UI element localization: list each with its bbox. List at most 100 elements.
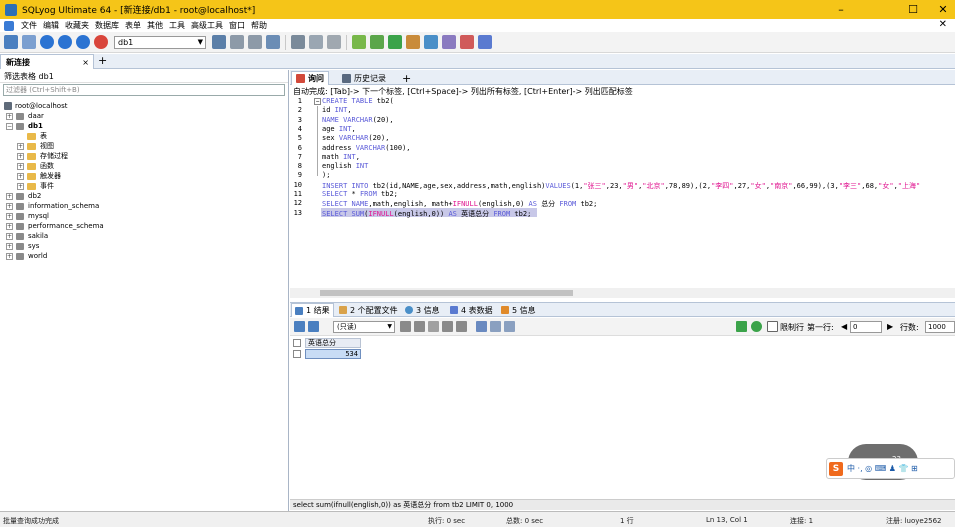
- tree-node-db-sys[interactable]: + sys: [0, 241, 288, 251]
- ime-controls[interactable]: 中 ·, ◎ ⌨ ♟ 👕 ⊞: [847, 463, 918, 474]
- menu-file[interactable]: 文件: [18, 20, 40, 31]
- result-cell[interactable]: 534: [305, 349, 361, 359]
- maximize-button[interactable]: ☐: [898, 0, 928, 19]
- menu-table[interactable]: 表单: [122, 20, 144, 31]
- tree-node-db-performance-schema[interactable]: + performance_schema: [0, 221, 288, 231]
- menu-advanced-tools[interactable]: 高级工具: [188, 20, 226, 31]
- delete-icon[interactable]: [442, 321, 453, 332]
- tab-query[interactable]: 询问: [291, 71, 329, 85]
- reset-filter-icon[interactable]: [751, 321, 762, 332]
- tree-node-db-db2[interactable]: + db2: [0, 191, 288, 201]
- result-mode-select[interactable]: (只读) ▼: [333, 321, 395, 333]
- expand-icon[interactable]: +: [6, 222, 13, 230]
- copy-database-icon[interactable]: [352, 35, 366, 49]
- tab-profile[interactable]: 2 个配置文件: [336, 303, 401, 317]
- data-import-icon[interactable]: [388, 35, 402, 49]
- row-checkbox[interactable]: [293, 350, 301, 358]
- sogou-logo-icon[interactable]: S: [829, 461, 843, 476]
- tree-node-db-daar[interactable]: + daar: [0, 111, 288, 121]
- menu-database[interactable]: 数据库: [92, 20, 122, 31]
- duplicate-icon[interactable]: [414, 321, 425, 332]
- tab-new-connection[interactable]: 新连接 ×: [0, 54, 94, 69]
- menu-other[interactable]: 其他: [144, 20, 166, 31]
- expand-icon[interactable]: +: [17, 182, 24, 190]
- text-view-icon[interactable]: [504, 321, 515, 332]
- expand-icon[interactable]: +: [6, 192, 13, 200]
- expand-icon[interactable]: +: [17, 162, 24, 170]
- collapse-icon[interactable]: −: [6, 122, 13, 130]
- expand-icon[interactable]: +: [6, 242, 13, 250]
- copy-icon[interactable]: [400, 321, 411, 332]
- new-query-icon[interactable]: [22, 35, 36, 49]
- expand-icon[interactable]: +: [6, 252, 13, 260]
- add-connection-tab-button[interactable]: +: [98, 55, 107, 67]
- filter-input[interactable]: 过滤器 (Ctrl+Shift+B): [3, 84, 285, 96]
- limit-rows-checkbox[interactable]: [767, 321, 778, 332]
- scrollbar-thumb[interactable]: [320, 290, 573, 296]
- tree-node-db-mysql[interactable]: + mysql: [0, 211, 288, 221]
- refresh-icon[interactable]: [456, 321, 467, 332]
- result-view-icon[interactable]: [294, 321, 305, 332]
- import-icon[interactable]: [266, 35, 280, 49]
- grid-view-icon[interactable]: [476, 321, 487, 332]
- user-manager-icon[interactable]: [212, 35, 226, 49]
- job-agent-icon[interactable]: [406, 35, 420, 49]
- settings-grid-icon[interactable]: [478, 35, 492, 49]
- first-row-prev-icon[interactable]: ◀: [841, 322, 847, 331]
- menu-tools[interactable]: 工具: [166, 20, 188, 31]
- tree-node-tables[interactable]: 表: [0, 131, 288, 141]
- tree-node-events[interactable]: + 事件: [0, 181, 288, 191]
- notifications-icon[interactable]: [424, 35, 438, 49]
- sql-editor[interactable]: 1 2 3 4 5 6 7 8 9 10 11 12 13 − CREATE TABLE tb2(id …: [290, 97, 955, 288]
- history-icon[interactable]: [460, 35, 474, 49]
- tree-node-server[interactable]: root@localhost: [0, 101, 288, 111]
- menu-help[interactable]: 帮助: [248, 20, 270, 31]
- execute-all-icon[interactable]: [76, 35, 90, 49]
- menu-edit[interactable]: 编辑: [40, 20, 62, 31]
- close-tab-icon[interactable]: ×: [82, 58, 89, 67]
- save-icon[interactable]: [428, 321, 439, 332]
- expand-icon[interactable]: +: [17, 142, 24, 150]
- schema-sync-icon[interactable]: [370, 35, 384, 49]
- tree-node-views[interactable]: + 视图: [0, 141, 288, 151]
- system-menu-icon[interactable]: [4, 20, 14, 31]
- close-document-button[interactable]: ✕: [939, 19, 947, 30]
- select-all-checkbox[interactable]: [293, 339, 301, 347]
- expand-icon[interactable]: +: [17, 172, 24, 180]
- refresh-icon[interactable]: [40, 35, 54, 49]
- expand-icon[interactable]: +: [6, 112, 13, 120]
- export-icon[interactable]: [308, 321, 319, 332]
- expand-icon[interactable]: +: [17, 152, 24, 160]
- execute-icon[interactable]: [58, 35, 72, 49]
- expand-icon[interactable]: +: [6, 212, 13, 220]
- expand-icon[interactable]: +: [6, 232, 13, 240]
- filter-icon[interactable]: [736, 321, 747, 332]
- fold-toggle-icon[interactable]: −: [314, 98, 321, 105]
- add-query-tab-button[interactable]: +: [398, 71, 415, 85]
- tree-node-db-db1[interactable]: − db1: [0, 121, 288, 131]
- tree-node-db-world[interactable]: + world: [0, 251, 288, 261]
- menu-window[interactable]: 窗口: [226, 20, 248, 31]
- expand-icon[interactable]: +: [6, 202, 13, 210]
- tree-node-stored-procs[interactable]: + 存储过程: [0, 151, 288, 161]
- tab-history[interactable]: 历史记录: [338, 71, 390, 85]
- rows-input[interactable]: 1000: [925, 321, 955, 333]
- first-row-next-icon[interactable]: ▶: [887, 322, 893, 331]
- menu-favorites[interactable]: 收藏夹: [62, 20, 92, 31]
- backup-icon[interactable]: [230, 35, 244, 49]
- stop-icon[interactable]: [94, 35, 108, 49]
- tab-result[interactable]: 1 结果: [291, 303, 334, 317]
- editor-horizontal-scrollbar[interactable]: [290, 288, 955, 298]
- schema-designer-icon[interactable]: [291, 35, 305, 49]
- close-button[interactable]: ✕: [928, 0, 955, 19]
- tree-node-db-information-schema[interactable]: + information_schema: [0, 201, 288, 211]
- ime-toolbar[interactable]: S 中 ·, ◎ ⌨ ♟ 👕 ⊞: [826, 458, 955, 479]
- data-sync-icon[interactable]: [327, 35, 341, 49]
- database-selector[interactable]: db1 ▼: [114, 35, 206, 49]
- query-builder-icon[interactable]: [309, 35, 323, 49]
- tab-info[interactable]: 5 信息: [498, 303, 539, 317]
- minimize-button[interactable]: –: [826, 0, 856, 19]
- restore-icon[interactable]: [248, 35, 262, 49]
- tab-table-data[interactable]: 4 表数据: [447, 303, 496, 317]
- tree-node-functions[interactable]: + 函数: [0, 161, 288, 171]
